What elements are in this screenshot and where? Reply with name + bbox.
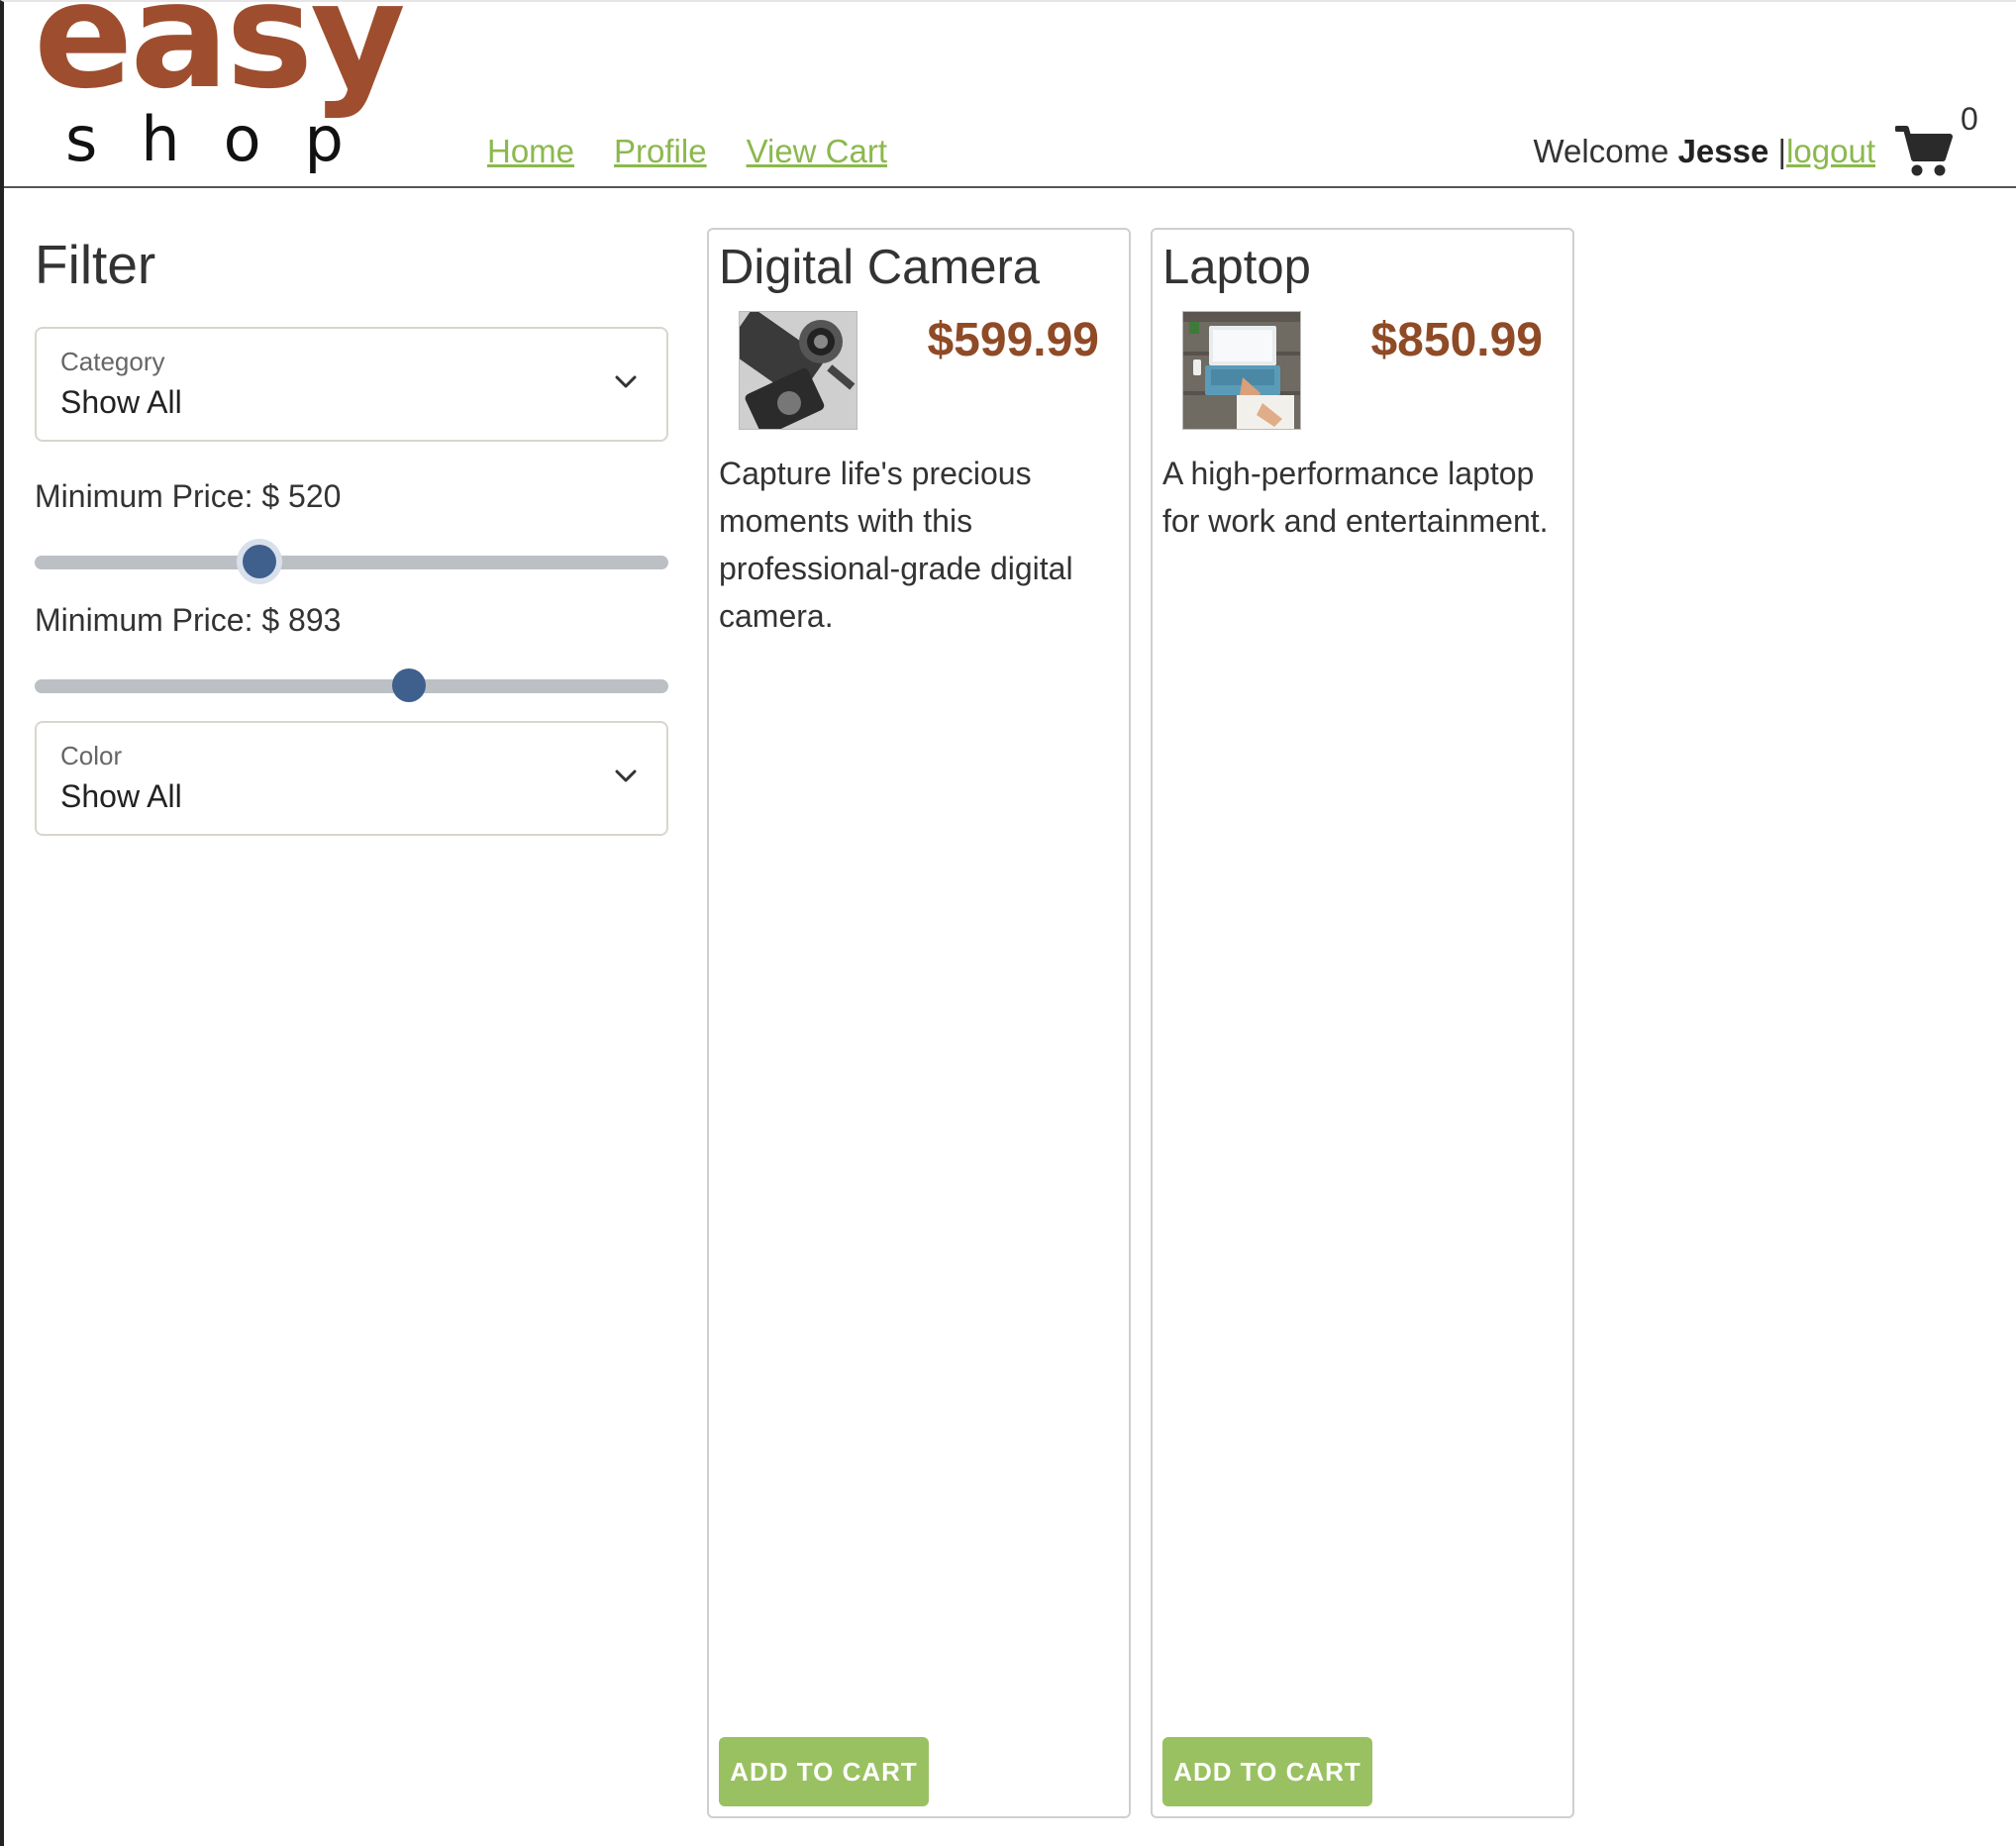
product-description: A high-performance laptop for work and e…	[1162, 456, 1549, 539]
max-price-slider[interactable]	[35, 666, 668, 705]
nav-view-cart-link[interactable]: View Cart	[747, 133, 887, 170]
greeting-separator: |	[1777, 133, 1787, 169]
product-name: Laptop	[1162, 241, 1311, 294]
user-name: Jesse	[1677, 133, 1769, 169]
laptop-photo-icon[interactable]	[1182, 311, 1301, 430]
logo-word-easy: easy	[34, 0, 406, 121]
product-price: $599.99	[927, 314, 1099, 366]
category-select-value: Show All	[60, 384, 182, 421]
product-name: Digital Camera	[719, 241, 1041, 294]
camera-photo-icon[interactable]	[739, 311, 857, 430]
filter-panel: Filter Category Show All Minimum Price: …	[35, 234, 668, 836]
user-greeting: Welcome Jesse |logout	[1533, 133, 1875, 170]
chevron-down-icon	[615, 769, 637, 782]
category-select[interactable]: Category Show All	[35, 327, 668, 442]
product-price: $850.99	[1370, 314, 1543, 366]
max-price-slider-track	[35, 679, 668, 693]
easyshop-logo[interactable]: easy shop	[34, 0, 459, 180]
color-select-label: Color	[60, 741, 123, 770]
max-price-label: Minimum Price: $ 893	[35, 602, 342, 638]
nav-profile-link[interactable]: Profile	[614, 133, 707, 170]
welcome-text: Welcome	[1533, 133, 1669, 169]
shopping-cart-icon[interactable]	[1895, 123, 1953, 178]
color-select-value: Show All	[60, 778, 182, 815]
filter-title: Filter	[35, 234, 156, 295]
add-to-cart-button[interactable]: ADD TO CART	[719, 1737, 929, 1806]
site-header: easy shop Home Profile View Cart Welcome…	[4, 0, 2016, 188]
main-nav: Home Profile View Cart	[487, 133, 887, 170]
nav-home-link[interactable]: Home	[487, 133, 574, 170]
color-select[interactable]: Color Show All	[35, 721, 668, 836]
product-card: Laptop $850.99 A high-performance laptop…	[1151, 228, 1574, 1818]
max-price-slider-thumb[interactable]	[392, 668, 427, 702]
chevron-down-icon	[615, 375, 637, 388]
add-to-cart-button[interactable]: ADD TO CART	[1162, 1737, 1372, 1806]
cart-count-badge: 0	[1961, 101, 1978, 137]
min-price-slider[interactable]	[35, 542, 668, 581]
min-price-slider-track	[35, 556, 668, 569]
logout-link[interactable]: logout	[1786, 133, 1875, 169]
category-select-label: Category	[60, 347, 165, 376]
logo-word-shop: shop	[65, 103, 387, 175]
min-price-label: Minimum Price: $ 520	[35, 478, 342, 514]
product-description: Capture life's precious moments with thi…	[719, 456, 1073, 634]
min-price-slider-thumb[interactable]	[242, 545, 276, 578]
product-card: Digital Camera $599.99 Capture life's pr…	[707, 228, 1131, 1818]
